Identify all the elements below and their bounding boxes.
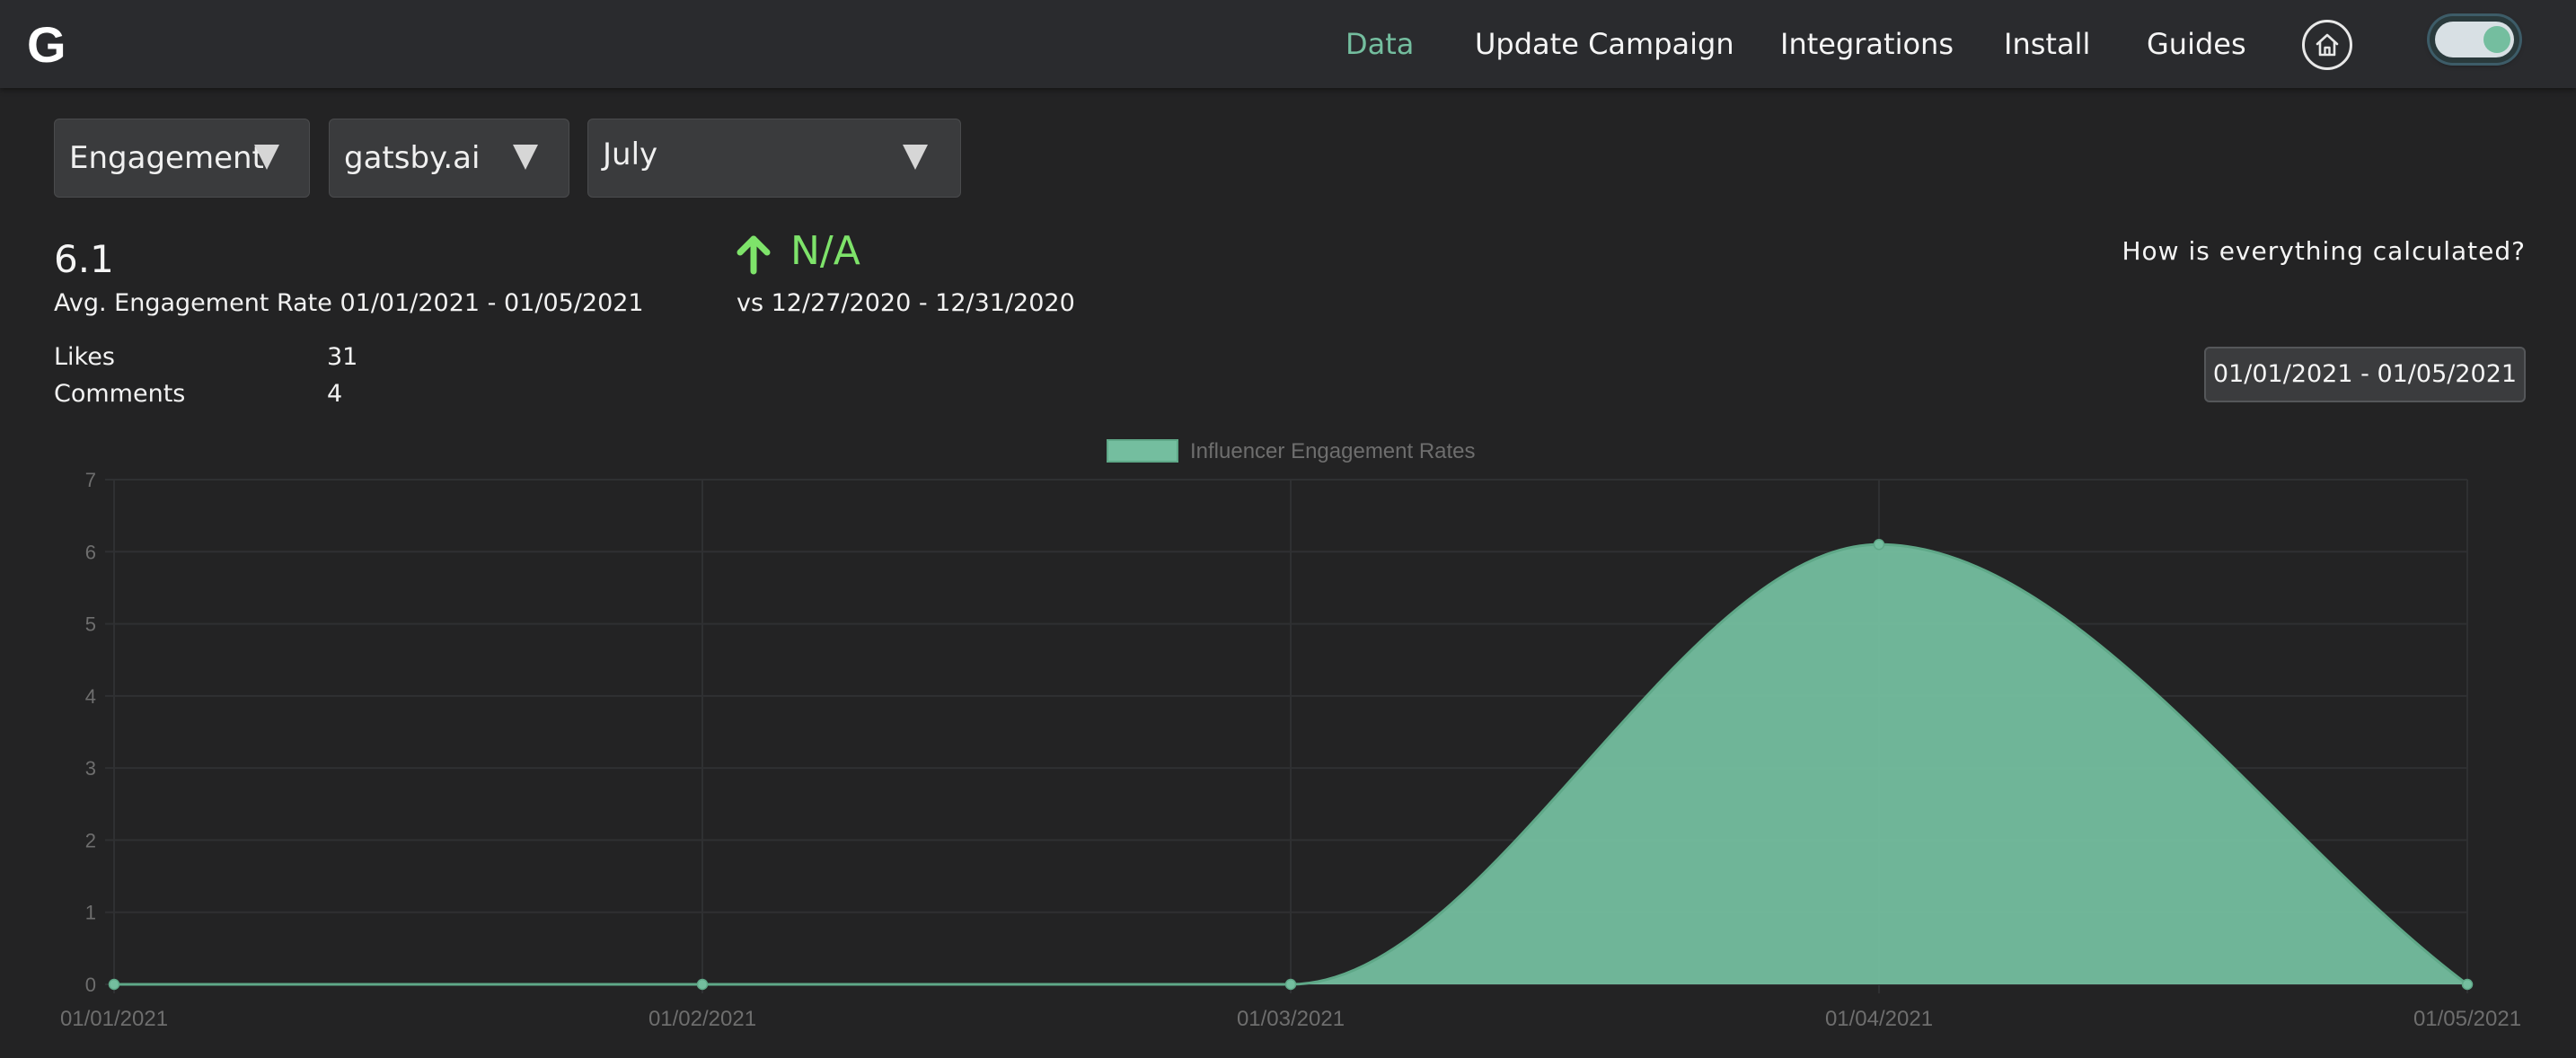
avg-engagement-value: 6.1	[54, 237, 114, 281]
x-tick-label: 01/03/2021	[1237, 1007, 1345, 1031]
x-tick-label: 01/04/2021	[1825, 1007, 1933, 1031]
y-tick-label: 5	[85, 613, 96, 636]
nav-update-campaign[interactable]: Update Campaign	[1475, 25, 1734, 63]
stat-comments-label: Comments	[54, 380, 186, 408]
comparison-range: vs 12/27/2020 - 12/31/2020	[737, 289, 1075, 317]
y-tick-label: 0	[85, 974, 96, 996]
toggle-knob	[2483, 26, 2510, 53]
engagement-chart: 0 1 2 3 4 5 6 7 01/01/2021 01/02/2021 01/03/2021 01…	[60, 439, 2521, 1031]
y-tick-label: 6	[85, 541, 96, 563]
home-icon	[2316, 33, 2339, 57]
month-select-value: July	[603, 137, 658, 172]
chevron-down-icon	[903, 145, 928, 170]
account-select-value: gatsby.ai	[344, 140, 481, 176]
metric-select[interactable]: Engagement	[54, 119, 310, 198]
app-logo[interactable]: G	[27, 18, 66, 72]
theme-toggle[interactable]	[2430, 16, 2519, 63]
y-tick-label: 1	[85, 902, 96, 924]
stat-likes-value: 31	[327, 343, 358, 371]
top-nav-bar: G Data Update Campaign Integrations Inst…	[0, 0, 2576, 88]
x-tick-label: 01/02/2021	[648, 1007, 756, 1031]
data-point	[696, 978, 709, 991]
stat-likes-label: Likes	[54, 343, 115, 371]
account-select[interactable]: gatsby.ai	[329, 119, 569, 198]
nav-data[interactable]: Data	[1345, 25, 1414, 63]
avg-engagement-label: Avg. Engagement Rate 01/01/2021 - 01/05/…	[54, 289, 644, 317]
y-tick-label: 3	[85, 757, 96, 780]
data-point	[108, 978, 120, 991]
how-calculated-link[interactable]: How is everything calculated?	[2122, 235, 2526, 268]
x-tick-label: 01/01/2021	[60, 1007, 168, 1031]
nav-integrations[interactable]: Integrations	[1780, 25, 1954, 63]
data-point	[2461, 978, 2474, 991]
chevron-down-icon	[513, 145, 538, 170]
metric-select-value: Engagement	[69, 140, 264, 176]
x-tick-label: 01/05/2021	[2413, 1007, 2521, 1031]
legend-label: Influencer Engagement Rates	[1190, 439, 1476, 463]
y-tick-label: 7	[85, 469, 96, 491]
change-value: N/A	[790, 228, 860, 274]
stat-comments-value: 4	[327, 380, 343, 408]
data-point	[1873, 539, 1885, 551]
month-select[interactable]: July	[587, 119, 961, 198]
date-range-picker[interactable]: 01/01/2021 - 01/05/2021	[2204, 347, 2526, 402]
nav-install[interactable]: Install	[2004, 25, 2090, 63]
arrow-up-icon	[737, 235, 771, 275]
legend-swatch	[1107, 439, 1178, 463]
home-button[interactable]	[2302, 20, 2352, 70]
chevron-down-icon	[254, 145, 279, 170]
y-tick-label: 4	[85, 685, 96, 708]
y-tick-label: 2	[85, 829, 96, 851]
nav-guides[interactable]: Guides	[2147, 25, 2246, 63]
data-point	[1284, 978, 1297, 991]
